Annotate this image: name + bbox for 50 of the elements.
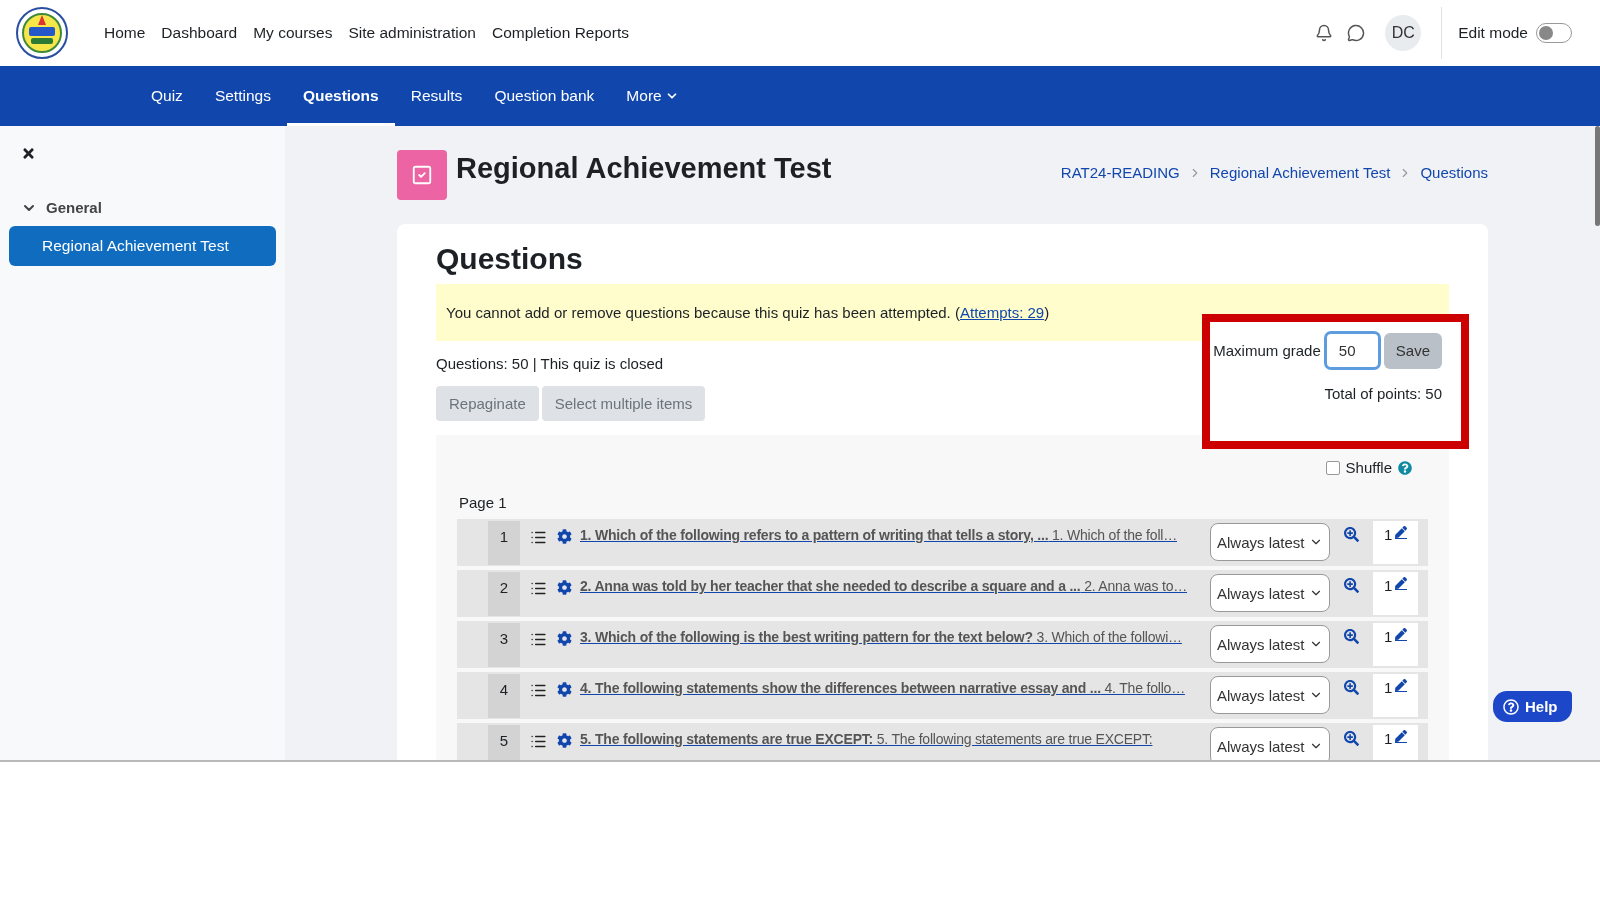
question-link[interactable]: 3. Which of the following is the best writing pattern for the text below? 3. Which of the followi… (580, 629, 1206, 668)
nav-link[interactable]: Completion Reports (491, 24, 629, 42)
breadcrumb-link[interactable]: Regional Achievement Test (1209, 164, 1391, 181)
nav-link[interactable]: Site administration (348, 24, 476, 42)
attempts-link[interactable]: Attempts: 29 (959, 304, 1045, 321)
question-link[interactable]: 2. Anna was told by her teacher that she needed to describe a square and a ... 2. Anna was to… (580, 578, 1206, 617)
version-select[interactable]: Always latest (1210, 574, 1330, 612)
version-select[interactable]: Always latest (1210, 727, 1330, 760)
question-number: 1 (488, 521, 520, 565)
mark-value: 1 (1384, 730, 1393, 747)
mark-value: 1 (1384, 679, 1393, 696)
checkbox-label: Shuffle (1345, 459, 1392, 476)
nav-link[interactable]: My courses (253, 24, 333, 42)
grade-input-field[interactable]: 50 (1323, 331, 1381, 370)
version-select[interactable]: Always latest (1210, 625, 1330, 663)
question-number: 3 (488, 623, 520, 667)
nav-tab[interactable]: Question bank (478, 66, 611, 126)
version-select[interactable]: Always latest (1210, 523, 1330, 561)
question-number: 5 (488, 725, 520, 760)
user-avatar[interactable]: DC (1385, 15, 1422, 51)
nav-tab[interactable]: More (610, 66, 695, 126)
version-select[interactable]: Always latest (1210, 676, 1330, 714)
save-button[interactable]: Save (1383, 332, 1442, 369)
breadcrumb-link[interactable]: Questions (1420, 164, 1488, 181)
section-heading: Questions (436, 242, 584, 276)
page-title: Regional Achievement Test (456, 151, 833, 186)
nav-link[interactable]: Home (104, 24, 146, 42)
question-number: 4 (488, 674, 520, 718)
sidebar-item[interactable]: Regional Achievement Test (9, 226, 276, 266)
question-link[interactable]: 1. Which of the following refers to a pattern of writing that tells a story, ... 1. Which of the foll… (580, 527, 1206, 566)
action-button[interactable]: Select multiple items (541, 386, 706, 421)
mark-value: 1 (1384, 628, 1393, 645)
question-link[interactable]: 4. The following statements show the differences between narrative essay and ... 4. The follo… (580, 680, 1206, 719)
mark-value: 1 (1384, 577, 1393, 594)
breadcrumb-link[interactable]: RAT24-READING (1060, 164, 1180, 181)
question-link[interactable]: 5. The following statements are true EXCEPT: 5. The following statements are true EXCEPT: (580, 731, 1206, 760)
field-label: Maximum grade (1213, 342, 1321, 359)
help-button[interactable]: Help (1493, 691, 1572, 722)
nav-tab[interactable]: Quiz (135, 66, 199, 126)
page-label: Page 1 (459, 494, 508, 511)
nav-link[interactable]: Dashboard (161, 24, 238, 42)
total-points: Total of points: 50 (1324, 385, 1442, 402)
edit-mode-label: Edit mode (1458, 24, 1528, 42)
question-number: 2 (488, 572, 520, 616)
quiz-summary: Questions: 50 | This quiz is closed (436, 355, 665, 372)
action-button[interactable]: Repaginate (436, 386, 539, 421)
nav-tab[interactable]: Results (394, 66, 479, 126)
section-label[interactable]: General (46, 199, 102, 216)
mark-value: 1 (1384, 526, 1393, 543)
nav-tab[interactable]: Settings (198, 66, 287, 126)
